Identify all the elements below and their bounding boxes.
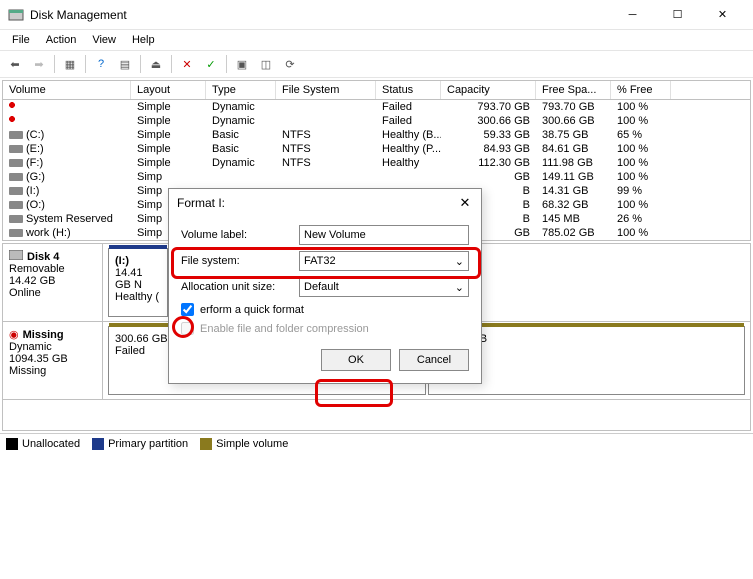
chevron-down-icon: ⌄ [455,255,464,268]
volume-block[interactable]: (I:) 14.41 GB N Healthy ( [108,248,168,317]
allocation-select[interactable]: Default ⌄ [299,277,469,297]
disk-kind: Removable [9,263,96,275]
volume-icon [9,215,23,223]
close-button[interactable]: ✕ [700,0,745,30]
volume-icon [9,102,21,112]
app-icon [8,7,24,23]
legend-simple: Simple volume [216,438,288,450]
volume-label-input[interactable] [299,225,469,245]
table-row[interactable]: SimpleDynamicFailed300.66 GB300.66 GB100… [3,114,750,128]
minimize-button[interactable]: ─ [610,0,655,30]
vol-status: Healthy ( [115,291,161,303]
filesystem-value: FAT32 [304,255,336,267]
filesystem-select[interactable]: FAT32 ⌄ [299,251,469,271]
swatch-simple [200,438,212,450]
check-icon[interactable]: ✓ [200,53,222,75]
toolbar: ⬅ ➡ ▦ ? ▤ ⏏ ✕ ✓ ▣ ◫ ⟳ [0,50,753,78]
error-icon: ◉ [9,328,19,341]
col-free[interactable]: Free Spa... [536,81,611,99]
refresh-icon[interactable]: ⟳ [279,53,301,75]
separator [171,55,172,73]
back-icon[interactable]: ⬅ [4,53,26,75]
column-headers: Volume Layout Type File System Status Ca… [3,81,750,100]
eject-icon[interactable]: ⏏ [145,53,167,75]
disk-info: ◉ Missing Dynamic 1094.35 GB Missing [3,322,103,399]
grid-icon[interactable]: ▦ [59,53,81,75]
legend: Unallocated Primary partition Simple vol… [0,433,753,454]
ok-button[interactable]: OK [321,349,391,371]
table-row[interactable]: (E:)SimpleBasicNTFSHealthy (P...84.93 GB… [3,142,750,156]
layout-icon[interactable]: ▤ [114,53,136,75]
disk-name: Disk 4 [27,251,59,263]
swatch-unallocated [6,438,18,450]
table-row[interactable]: (G:)SimpGB149.11 GB100 % [3,170,750,184]
window-title: Disk Management [30,8,610,22]
col-filesystem[interactable]: File System [276,81,376,99]
disk-name: Missing [23,329,64,341]
vol-label: (I:) [115,255,161,267]
legend-unallocated: Unallocated [22,438,80,450]
table-row[interactable]: SimpleDynamicFailed793.70 GB793.70 GB100… [3,100,750,114]
volume-icon [9,201,23,209]
disk-kind: Dynamic [9,341,96,353]
swatch-primary [92,438,104,450]
disk-icon [9,250,23,263]
compression-label: Enable file and folder compression [200,323,369,335]
table-row[interactable]: (F:)SimpleDynamicNTFSHealthy112.30 GB111… [3,156,750,170]
disk-size: 14.42 GB [9,275,96,287]
menu-help[interactable]: Help [124,32,163,48]
volume-icon [9,159,23,167]
volume-icon [9,116,21,126]
col-pctfree[interactable]: % Free [611,81,671,99]
col-volume[interactable]: Volume [3,81,131,99]
quick-format-checkbox[interactable] [181,303,194,316]
quick-format-label: erform a quick format [200,304,304,316]
disk-state: Missing [9,365,96,377]
title-bar: Disk Management ─ ☐ ✕ [0,0,753,30]
volume-icon [9,131,23,139]
action2-icon[interactable]: ◫ [255,53,277,75]
col-type[interactable]: Type [206,81,276,99]
maximize-button[interactable]: ☐ [655,0,700,30]
volume-icon [9,173,23,181]
menu-bar: File Action View Help [0,30,753,50]
volume-label-label: Volume label: [181,229,299,241]
legend-primary: Primary partition [108,438,188,450]
menu-view[interactable]: View [84,32,124,48]
separator [140,55,141,73]
disk-state: Online [9,287,96,299]
volume-icon [9,229,23,237]
volume-icon [9,145,23,153]
col-capacity[interactable]: Capacity [441,81,536,99]
forward-icon[interactable]: ➡ [28,53,50,75]
allocation-label: Allocation unit size: [181,281,299,293]
chevron-down-icon: ⌄ [455,281,464,294]
format-dialog: Format I: ✕ Volume label: File system: F… [168,188,482,384]
allocation-value: Default [304,281,339,293]
disk-info: Disk 4 Removable 14.42 GB Online [3,244,103,321]
vol-size: 14.41 GB N [115,267,161,291]
dialog-close-button[interactable]: ✕ [457,195,473,211]
dialog-title: Format I: [177,196,457,210]
filesystem-label: File system: [181,255,299,267]
separator [54,55,55,73]
col-status[interactable]: Status [376,81,441,99]
action1-icon[interactable]: ▣ [231,53,253,75]
volume-icon [9,187,23,195]
menu-action[interactable]: Action [38,32,85,48]
table-row[interactable]: (C:)SimpleBasicNTFSHealthy (B...59.33 GB… [3,128,750,142]
col-layout[interactable]: Layout [131,81,206,99]
help-icon[interactable]: ? [90,53,112,75]
compression-checkbox [181,322,194,335]
separator [226,55,227,73]
delete-icon[interactable]: ✕ [176,53,198,75]
separator [85,55,86,73]
menu-file[interactable]: File [4,32,38,48]
disk-size: 1094.35 GB [9,353,96,365]
cancel-button[interactable]: Cancel [399,349,469,371]
